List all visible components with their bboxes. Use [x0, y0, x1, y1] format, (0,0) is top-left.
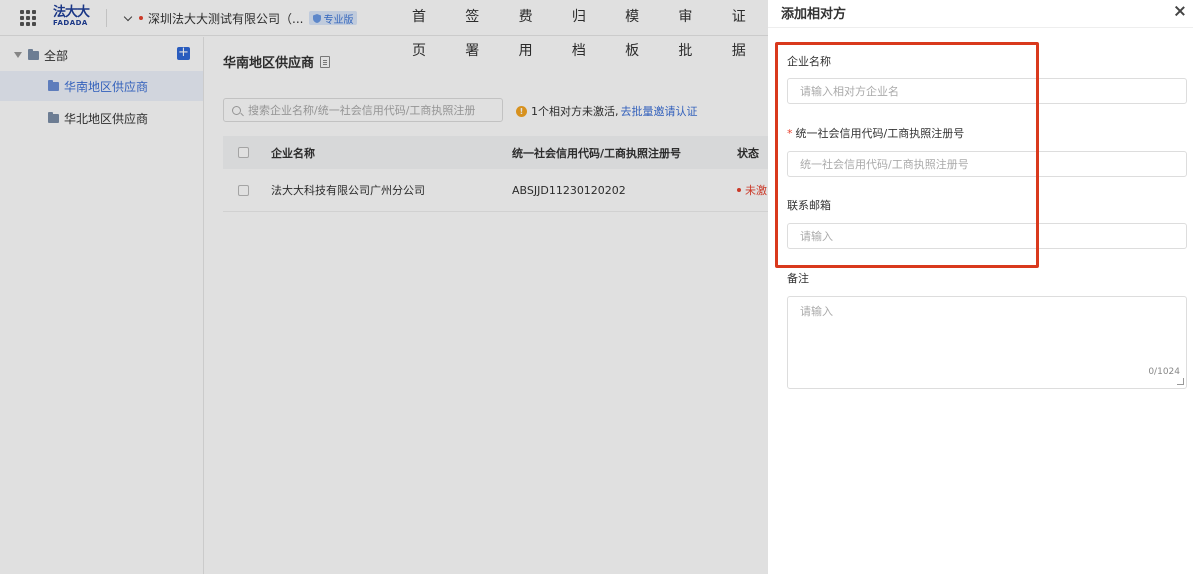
- credit-code-input[interactable]: [787, 151, 1187, 177]
- close-icon[interactable]: [1173, 4, 1187, 18]
- add-counterparty-drawer: 添加相对方 企业名称 *统一社会信用代码/工商执照注册号 联系邮箱 备注 0/1…: [768, 0, 1193, 574]
- drawer-header: 添加相对方: [768, 0, 1193, 28]
- resize-handle-icon[interactable]: [1177, 378, 1184, 385]
- modal-overlay[interactable]: [0, 0, 768, 574]
- company-name-label: 企业名称: [787, 55, 831, 68]
- credit-code-label: * 统一社会信用代码/工商执照注册号: [787, 125, 964, 141]
- remark-char-counter: 0/1024: [1148, 367, 1180, 377]
- company-name-input[interactable]: [787, 78, 1187, 104]
- email-input[interactable]: [787, 223, 1187, 249]
- credit-code-label-text: 统一社会信用代码/工商执照注册号: [795, 127, 965, 140]
- remark-textarea[interactable]: [787, 296, 1187, 389]
- drawer-title: 添加相对方: [781, 7, 847, 22]
- required-mark: *: [787, 127, 793, 140]
- email-label: 联系邮箱: [787, 199, 831, 212]
- remark-label: 备注: [787, 272, 809, 285]
